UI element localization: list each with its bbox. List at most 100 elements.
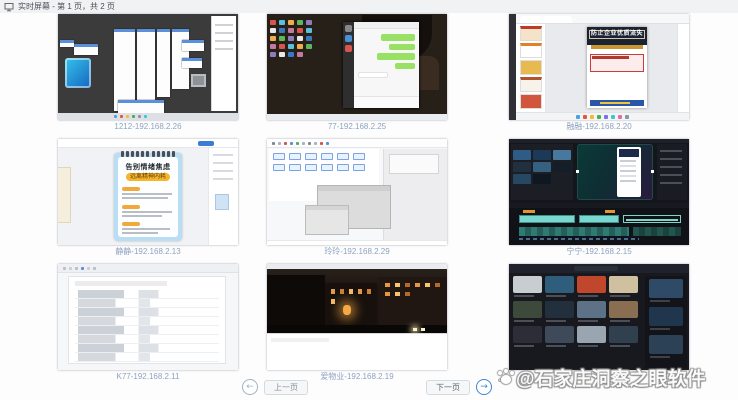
template-thumb (577, 326, 606, 343)
mini-partial-card (58, 167, 71, 223)
menu-dot (320, 142, 323, 145)
mini-gray-window (305, 205, 349, 235)
mini-chat-bubble (377, 53, 415, 60)
watermark-icon-text: du (498, 378, 505, 384)
screen-tile-3[interactable]: 防止企业优质流失 (509, 14, 689, 120)
lit-window (395, 292, 400, 296)
mini-right-panel (677, 24, 689, 112)
spiral-tick (121, 151, 124, 157)
media-thumb (533, 162, 551, 172)
flow-node (353, 164, 365, 171)
lit-window (349, 289, 353, 294)
lit-window (358, 289, 362, 294)
media-thumb (553, 150, 571, 160)
taskbar-dot (144, 115, 147, 118)
flow-node (273, 164, 285, 171)
toolbar-dot (75, 267, 78, 270)
screen-label: 静静-192.168.2.13 (58, 247, 238, 257)
prev-page-button[interactable]: 上一页 (264, 380, 308, 395)
taskbar-dot (625, 115, 629, 119)
pagination: ← 上一页 下一页 → (242, 378, 492, 396)
screen-tile-9[interactable] (509, 264, 689, 370)
preview-card (649, 279, 683, 298)
media-thumb (513, 174, 531, 184)
template-thumb (545, 276, 574, 293)
lit-window (415, 283, 420, 287)
taskbar-dot (590, 115, 594, 119)
mini-chat-bubble (395, 63, 415, 69)
next-page-button[interactable]: 下一页 (426, 380, 470, 395)
toolbar-dot (69, 267, 72, 270)
mini-taskbar (267, 114, 447, 120)
arrow-right-icon: → (480, 382, 488, 392)
screen-tile-5[interactable] (267, 139, 447, 245)
mini-poster: 告别情绪焦虑 远离精神内耗 (114, 153, 182, 241)
prev-page-circle-button[interactable]: ← (242, 379, 258, 395)
taskbar-dot (138, 115, 141, 118)
table-row (75, 344, 219, 353)
menu-dot (326, 142, 329, 145)
screen-tile-4[interactable]: 告别情绪焦虑 远离精神内耗 (58, 139, 238, 245)
toolbar-dot (63, 267, 66, 270)
poster-title: 告别情绪焦虑 (114, 162, 182, 172)
car-headlights (413, 328, 417, 331)
toolbar-dot (93, 267, 96, 270)
desktop-icon (297, 52, 303, 57)
mini-document: 防止企业优质流失 (587, 27, 647, 108)
media-thumb (533, 150, 551, 160)
mini-chat-bubble (381, 34, 415, 41)
mini-white-window (267, 333, 447, 370)
preview-card (649, 335, 683, 354)
window-title: 实时屏幕 - 第 1 页，共 2 页 (18, 1, 115, 12)
template-thumb (577, 301, 606, 318)
desktop-icon (306, 28, 312, 33)
screen-label: 融融-192.168.2.20 (509, 122, 689, 132)
screen-label: 77-192.168.2.25 (267, 122, 447, 132)
mini-night-photo (267, 269, 447, 333)
lit-window (331, 299, 335, 304)
mini-side-panel (211, 16, 236, 111)
spiral-tick (167, 151, 170, 157)
flow-node (337, 164, 349, 171)
spiral-tick (141, 151, 144, 157)
screen-tile-1[interactable] (58, 14, 238, 120)
mini-chat-window (343, 22, 419, 108)
mini-window (157, 29, 170, 97)
mini-editor-toolbar (58, 139, 238, 148)
template-thumb (577, 276, 606, 293)
screen-tile-8[interactable] (267, 264, 447, 370)
spiral-tick (146, 151, 149, 157)
desktop-icon (306, 36, 312, 41)
lit-window (385, 292, 390, 296)
mini-window (182, 58, 202, 68)
template-thumb (513, 301, 542, 318)
menu-dot (308, 142, 311, 145)
flow-node (337, 153, 349, 160)
screen-tile-7[interactable] (58, 264, 238, 370)
media-thumb (533, 174, 551, 184)
next-page-circle-button[interactable]: → (476, 379, 492, 395)
title-bar: 实时屏幕 - 第 1 页，共 2 页 (0, 0, 738, 13)
screen-tile-6[interactable] (509, 139, 689, 245)
mini-right-panel (208, 148, 238, 245)
menu-dot (314, 142, 317, 145)
table-row (75, 308, 219, 317)
menu-dot (278, 142, 281, 145)
monitor-icon (4, 2, 14, 12)
mini-desktop-icons (270, 20, 312, 106)
desktop-icon (270, 36, 276, 41)
lit-window (405, 292, 410, 296)
doc-title: 防止企业优质流失 (589, 30, 645, 39)
flow-node (289, 153, 301, 160)
table-row (75, 335, 219, 344)
taskbar-dot (618, 115, 622, 119)
flow-node (289, 164, 301, 171)
taskbar-dot (114, 115, 117, 118)
lit-window (405, 283, 410, 287)
desktop-icon (270, 44, 276, 49)
mini-chat-bubble (389, 44, 415, 50)
poster-badge: 远离精神内耗 (126, 173, 170, 181)
screen-tile-2[interactable] (267, 14, 447, 120)
desktop-icon (306, 44, 312, 49)
lit-window (385, 283, 390, 287)
